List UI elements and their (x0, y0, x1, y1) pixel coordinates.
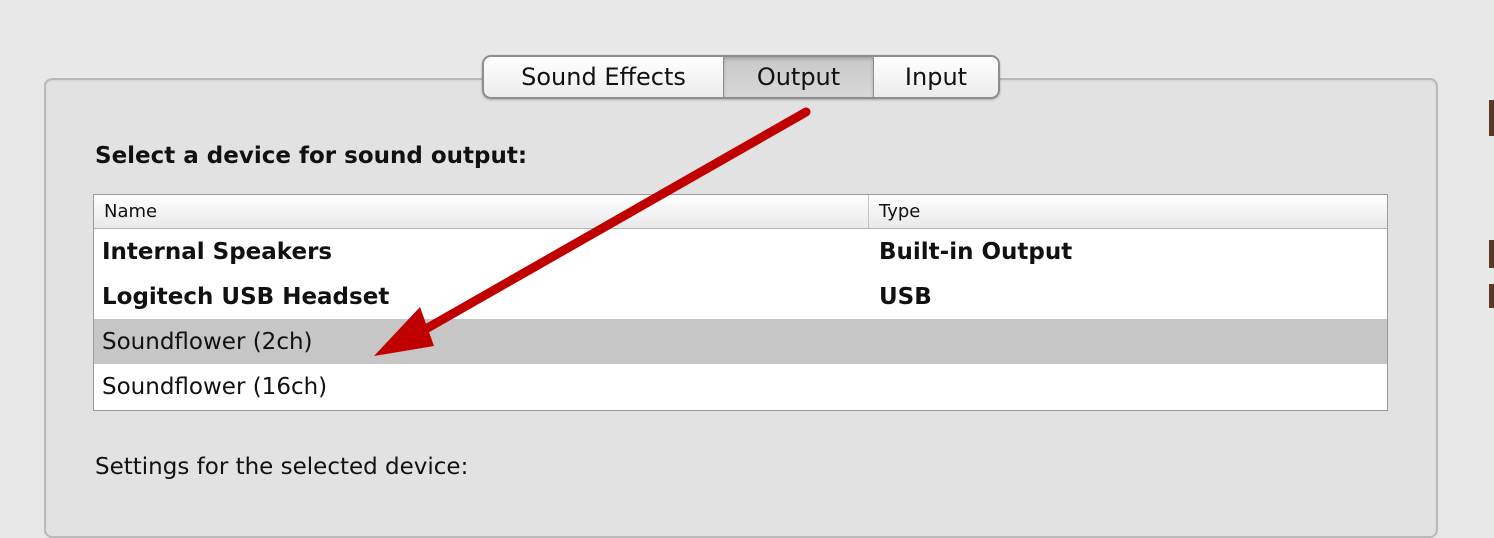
table-row[interactable]: Internal Speakers Built-in Output (94, 229, 1387, 274)
device-table: Name Type Internal Speakers Built-in Out… (93, 194, 1388, 411)
column-header-type[interactable]: Type (869, 195, 1387, 228)
settings-label: Settings for the selected device: (95, 454, 469, 480)
device-name: Soundflower (2ch) (102, 328, 313, 355)
device-type: Built-in Output (879, 238, 1073, 265)
window-edge (1489, 284, 1494, 308)
tab-output[interactable]: Output (724, 57, 874, 97)
window-edge (1489, 240, 1494, 268)
column-header-name[interactable]: Name (94, 195, 869, 228)
window-edge (1489, 100, 1494, 136)
table-row-selected[interactable]: Soundflower (2ch) (94, 319, 1387, 364)
tab-input[interactable]: Input (874, 57, 998, 97)
device-name: Internal Speakers (102, 238, 333, 265)
table-row[interactable]: Logitech USB Headset USB (94, 274, 1387, 319)
device-type: USB (879, 283, 932, 310)
device-name: Soundflower (16ch) (102, 373, 328, 400)
tab-sound-effects[interactable]: Sound Effects (484, 57, 724, 97)
table-row[interactable]: Soundflower (16ch) (94, 364, 1387, 409)
tab-bar: Sound Effects Output Input (482, 55, 1000, 99)
device-name: Logitech USB Headset (102, 283, 390, 310)
section-heading: Select a device for sound output: (95, 143, 528, 169)
table-header: Name Type (94, 195, 1387, 229)
